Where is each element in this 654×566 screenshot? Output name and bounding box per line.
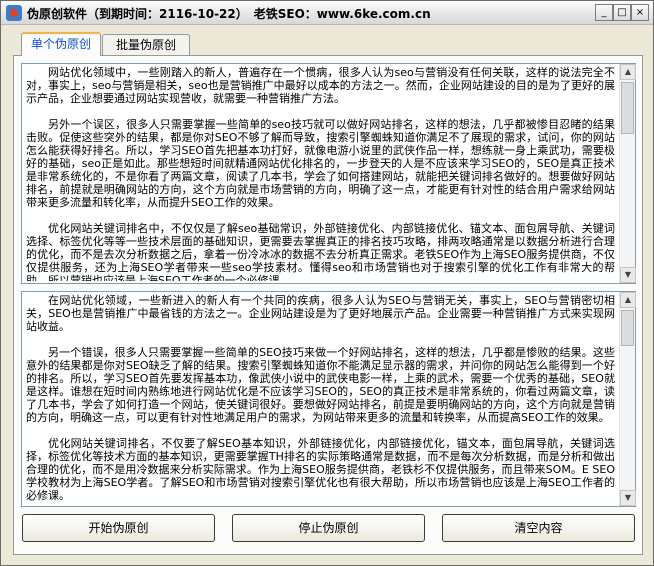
result-text-area[interactable]: 在网站优化领域，一些新进入的新人有一个共同的疾病，很多人认为SEO与营销无关，事… <box>21 291 636 507</box>
clear-content-button[interactable]: 清空内容 <box>442 514 635 542</box>
source-text-content[interactable]: 网站优化领域中，一些刚踏入的新人，普遍存在一个惯病，很多人认为seo与营销没有任… <box>26 66 615 281</box>
scroll-thumb[interactable] <box>621 82 634 134</box>
result-paragraph: 在网站优化领域，一些新进入的新人有一个共同的疾病，很多人认为SEO与营销无关，事… <box>26 294 615 333</box>
scroll-down-icon[interactable]: ▼ <box>620 490 636 506</box>
tab-single-rewrite[interactable]: 单个伪原创 <box>21 32 101 56</box>
minimize-button[interactable]: _ <box>595 4 613 21</box>
scroll-down-icon[interactable]: ▼ <box>620 267 636 283</box>
result-text-content[interactable]: 在网站优化领域，一些新进入的新人有一个共同的疾病，很多人认为SEO与营销无关，事… <box>26 294 615 504</box>
maximize-button[interactable]: □ <box>613 4 631 21</box>
scroll-up-icon[interactable]: ▲ <box>620 292 636 308</box>
window-title: 伪原创软件（到期时间：2116-10-22） 老铁SEO：www.6ke.com… <box>27 7 431 21</box>
source-scrollbar[interactable]: ▲ ▼ <box>619 64 636 283</box>
result-paragraph: 优化网站关键词排名，不仅要了解SEO基本知识，外部链接优化，内部链接优化，锚文本… <box>26 437 615 502</box>
source-text-area[interactable]: 网站优化领域中，一些刚踏入的新人，普遍存在一个惯病，很多人认为seo与营销没有任… <box>21 63 636 284</box>
result-scrollbar[interactable]: ▲ ▼ <box>619 292 636 506</box>
app-window: 伪原创软件（到期时间：2116-10-22） 老铁SEO：www.6ke.com… <box>0 0 654 566</box>
title-bar[interactable]: 伪原创软件（到期时间：2116-10-22） 老铁SEO：www.6ke.com… <box>1 1 653 25</box>
result-paragraph: 另一个错误，很多人只需要掌握一些简单的SEO技巧来做一个好网站排名，这样的想法，… <box>26 346 615 424</box>
tab-batch-rewrite[interactable]: 批量伪原创 <box>102 34 190 56</box>
scroll-up-icon[interactable]: ▲ <box>620 64 636 80</box>
close-button[interactable]: × <box>631 4 649 21</box>
source-paragraph: 优化网站关键词排名中，不仅仅是了解seo基础常识，外部链接优化、内部链接优化、锚… <box>26 222 615 281</box>
app-icon <box>6 5 22 21</box>
scroll-thumb[interactable] <box>621 310 634 346</box>
source-paragraph: 网站优化领域中，一些刚踏入的新人，普遍存在一个惯病，很多人认为seo与营销没有任… <box>26 66 615 105</box>
stop-rewrite-button[interactable]: 停止伪原创 <box>232 514 425 542</box>
start-rewrite-button[interactable]: 开始伪原创 <box>22 514 215 542</box>
source-paragraph: 另外一个误区，很多人只需要掌握一些简单的seo技巧就可以做好网站排名，这样的想法… <box>26 118 615 209</box>
